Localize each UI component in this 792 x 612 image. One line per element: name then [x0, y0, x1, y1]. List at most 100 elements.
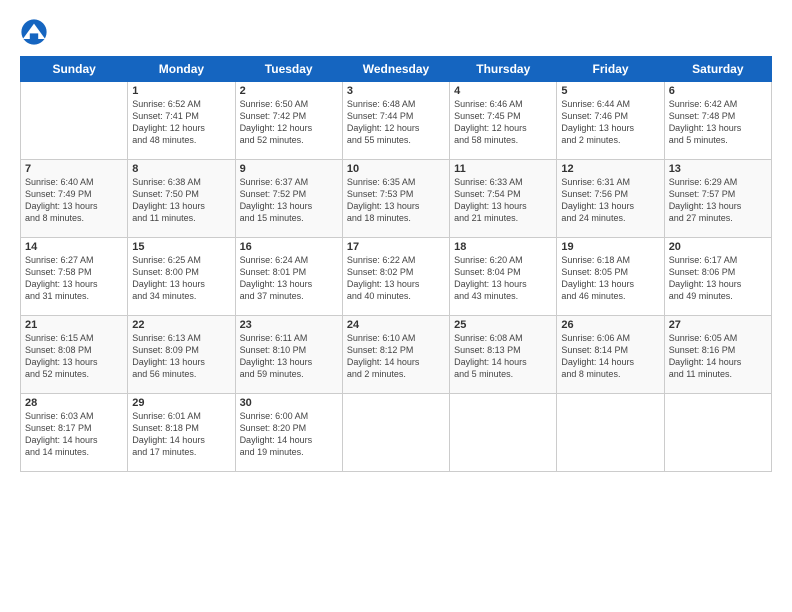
calendar-cell: 21Sunrise: 6:15 AM Sunset: 8:08 PM Dayli…	[21, 316, 128, 394]
calendar-week-row: 21Sunrise: 6:15 AM Sunset: 8:08 PM Dayli…	[21, 316, 772, 394]
calendar-cell	[557, 394, 664, 472]
day-number: 17	[347, 241, 445, 253]
day-number: 13	[669, 163, 767, 175]
calendar-page: SundayMondayTuesdayWednesdayThursdayFrid…	[0, 0, 792, 612]
calendar-cell: 17Sunrise: 6:22 AM Sunset: 8:02 PM Dayli…	[342, 238, 449, 316]
calendar-cell	[664, 394, 771, 472]
day-info: Sunrise: 6:05 AM Sunset: 8:16 PM Dayligh…	[669, 332, 767, 381]
day-info: Sunrise: 6:50 AM Sunset: 7:42 PM Dayligh…	[240, 98, 338, 147]
weekday-header-saturday: Saturday	[664, 57, 771, 82]
calendar-cell: 20Sunrise: 6:17 AM Sunset: 8:06 PM Dayli…	[664, 238, 771, 316]
weekday-header-wednesday: Wednesday	[342, 57, 449, 82]
calendar-cell: 1Sunrise: 6:52 AM Sunset: 7:41 PM Daylig…	[128, 82, 235, 160]
day-info: Sunrise: 6:24 AM Sunset: 8:01 PM Dayligh…	[240, 254, 338, 303]
day-info: Sunrise: 6:13 AM Sunset: 8:09 PM Dayligh…	[132, 332, 230, 381]
day-info: Sunrise: 6:31 AM Sunset: 7:56 PM Dayligh…	[561, 176, 659, 225]
day-number: 27	[669, 319, 767, 331]
day-info: Sunrise: 6:37 AM Sunset: 7:52 PM Dayligh…	[240, 176, 338, 225]
calendar-cell: 28Sunrise: 6:03 AM Sunset: 8:17 PM Dayli…	[21, 394, 128, 472]
calendar-cell: 10Sunrise: 6:35 AM Sunset: 7:53 PM Dayli…	[342, 160, 449, 238]
calendar-cell: 7Sunrise: 6:40 AM Sunset: 7:49 PM Daylig…	[21, 160, 128, 238]
day-number: 30	[240, 397, 338, 409]
calendar-cell: 30Sunrise: 6:00 AM Sunset: 8:20 PM Dayli…	[235, 394, 342, 472]
day-info: Sunrise: 6:03 AM Sunset: 8:17 PM Dayligh…	[25, 410, 123, 459]
day-number: 1	[132, 85, 230, 97]
day-number: 7	[25, 163, 123, 175]
day-number: 12	[561, 163, 659, 175]
calendar-cell: 4Sunrise: 6:46 AM Sunset: 7:45 PM Daylig…	[450, 82, 557, 160]
day-number: 6	[669, 85, 767, 97]
logo-icon	[20, 18, 48, 46]
day-info: Sunrise: 6:01 AM Sunset: 8:18 PM Dayligh…	[132, 410, 230, 459]
calendar-cell: 24Sunrise: 6:10 AM Sunset: 8:12 PM Dayli…	[342, 316, 449, 394]
calendar-cell	[21, 82, 128, 160]
day-number: 20	[669, 241, 767, 253]
calendar-week-row: 1Sunrise: 6:52 AM Sunset: 7:41 PM Daylig…	[21, 82, 772, 160]
day-info: Sunrise: 6:46 AM Sunset: 7:45 PM Dayligh…	[454, 98, 552, 147]
day-number: 21	[25, 319, 123, 331]
calendar-cell: 6Sunrise: 6:42 AM Sunset: 7:48 PM Daylig…	[664, 82, 771, 160]
day-number: 3	[347, 85, 445, 97]
day-info: Sunrise: 6:33 AM Sunset: 7:54 PM Dayligh…	[454, 176, 552, 225]
header	[20, 18, 772, 46]
day-number: 23	[240, 319, 338, 331]
day-number: 15	[132, 241, 230, 253]
day-info: Sunrise: 6:06 AM Sunset: 8:14 PM Dayligh…	[561, 332, 659, 381]
calendar-week-row: 28Sunrise: 6:03 AM Sunset: 8:17 PM Dayli…	[21, 394, 772, 472]
calendar-cell: 3Sunrise: 6:48 AM Sunset: 7:44 PM Daylig…	[342, 82, 449, 160]
day-number: 4	[454, 85, 552, 97]
day-info: Sunrise: 6:20 AM Sunset: 8:04 PM Dayligh…	[454, 254, 552, 303]
day-number: 24	[347, 319, 445, 331]
calendar-table: SundayMondayTuesdayWednesdayThursdayFrid…	[20, 56, 772, 472]
calendar-cell: 26Sunrise: 6:06 AM Sunset: 8:14 PM Dayli…	[557, 316, 664, 394]
calendar-cell: 27Sunrise: 6:05 AM Sunset: 8:16 PM Dayli…	[664, 316, 771, 394]
day-number: 8	[132, 163, 230, 175]
day-number: 25	[454, 319, 552, 331]
weekday-header-friday: Friday	[557, 57, 664, 82]
day-number: 11	[454, 163, 552, 175]
day-number: 18	[454, 241, 552, 253]
calendar-cell: 15Sunrise: 6:25 AM Sunset: 8:00 PM Dayli…	[128, 238, 235, 316]
day-number: 29	[132, 397, 230, 409]
day-number: 2	[240, 85, 338, 97]
day-number: 5	[561, 85, 659, 97]
logo	[20, 18, 52, 46]
day-info: Sunrise: 6:22 AM Sunset: 8:02 PM Dayligh…	[347, 254, 445, 303]
day-number: 19	[561, 241, 659, 253]
day-info: Sunrise: 6:35 AM Sunset: 7:53 PM Dayligh…	[347, 176, 445, 225]
calendar-cell: 11Sunrise: 6:33 AM Sunset: 7:54 PM Dayli…	[450, 160, 557, 238]
day-info: Sunrise: 6:11 AM Sunset: 8:10 PM Dayligh…	[240, 332, 338, 381]
weekday-header-tuesday: Tuesday	[235, 57, 342, 82]
calendar-cell: 29Sunrise: 6:01 AM Sunset: 8:18 PM Dayli…	[128, 394, 235, 472]
calendar-cell: 25Sunrise: 6:08 AM Sunset: 8:13 PM Dayli…	[450, 316, 557, 394]
day-info: Sunrise: 6:08 AM Sunset: 8:13 PM Dayligh…	[454, 332, 552, 381]
day-info: Sunrise: 6:25 AM Sunset: 8:00 PM Dayligh…	[132, 254, 230, 303]
day-info: Sunrise: 6:18 AM Sunset: 8:05 PM Dayligh…	[561, 254, 659, 303]
calendar-cell: 9Sunrise: 6:37 AM Sunset: 7:52 PM Daylig…	[235, 160, 342, 238]
calendar-cell	[450, 394, 557, 472]
calendar-week-row: 7Sunrise: 6:40 AM Sunset: 7:49 PM Daylig…	[21, 160, 772, 238]
day-info: Sunrise: 6:27 AM Sunset: 7:58 PM Dayligh…	[25, 254, 123, 303]
day-info: Sunrise: 6:29 AM Sunset: 7:57 PM Dayligh…	[669, 176, 767, 225]
day-info: Sunrise: 6:17 AM Sunset: 8:06 PM Dayligh…	[669, 254, 767, 303]
calendar-cell	[342, 394, 449, 472]
day-info: Sunrise: 6:15 AM Sunset: 8:08 PM Dayligh…	[25, 332, 123, 381]
day-number: 16	[240, 241, 338, 253]
calendar-cell: 14Sunrise: 6:27 AM Sunset: 7:58 PM Dayli…	[21, 238, 128, 316]
weekday-header-thursday: Thursday	[450, 57, 557, 82]
calendar-body: 1Sunrise: 6:52 AM Sunset: 7:41 PM Daylig…	[21, 82, 772, 472]
weekday-header-row: SundayMondayTuesdayWednesdayThursdayFrid…	[21, 57, 772, 82]
calendar-cell: 19Sunrise: 6:18 AM Sunset: 8:05 PM Dayli…	[557, 238, 664, 316]
day-number: 14	[25, 241, 123, 253]
day-number: 26	[561, 319, 659, 331]
calendar-week-row: 14Sunrise: 6:27 AM Sunset: 7:58 PM Dayli…	[21, 238, 772, 316]
day-info: Sunrise: 6:48 AM Sunset: 7:44 PM Dayligh…	[347, 98, 445, 147]
day-number: 22	[132, 319, 230, 331]
day-info: Sunrise: 6:52 AM Sunset: 7:41 PM Dayligh…	[132, 98, 230, 147]
calendar-cell: 8Sunrise: 6:38 AM Sunset: 7:50 PM Daylig…	[128, 160, 235, 238]
calendar-cell: 22Sunrise: 6:13 AM Sunset: 8:09 PM Dayli…	[128, 316, 235, 394]
day-info: Sunrise: 6:42 AM Sunset: 7:48 PM Dayligh…	[669, 98, 767, 147]
weekday-header-sunday: Sunday	[21, 57, 128, 82]
day-number: 10	[347, 163, 445, 175]
day-info: Sunrise: 6:10 AM Sunset: 8:12 PM Dayligh…	[347, 332, 445, 381]
